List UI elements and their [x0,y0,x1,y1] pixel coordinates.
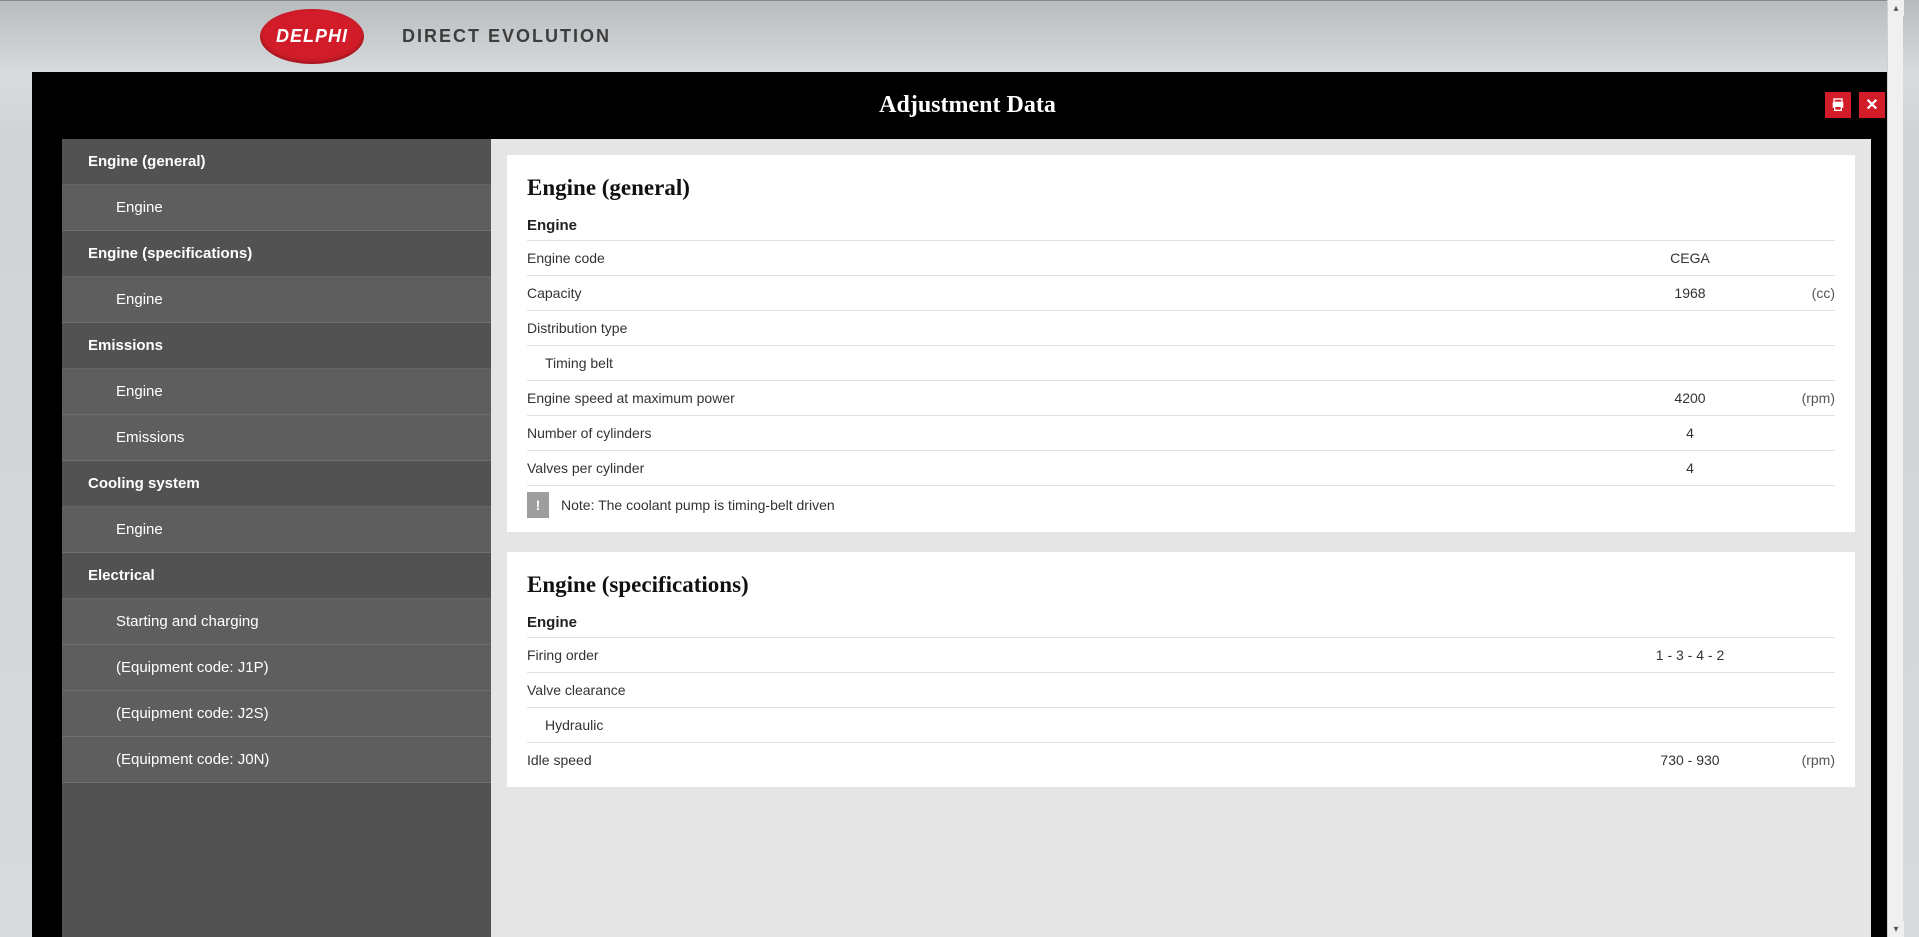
cell-c1: Engine code [527,250,1615,266]
page-title: Adjustment Data [879,92,1056,119]
app-header: DELPHI DIRECT EVOLUTION [0,0,1903,72]
sidebar: Engine (general)EngineEngine (specificat… [62,139,491,937]
scroll-down-button[interactable]: ▾ [1888,921,1904,937]
cell-c1: Valve clearance [527,682,1615,698]
data-card: Engine (specifications) Engine Firing orde… [507,552,1855,787]
cell-c1: Idle speed [527,752,1615,768]
cell-c3: (rpm) [1765,752,1835,768]
data-row: Valves per cylinder4 [527,450,1835,485]
cell-c1: Capacity [527,285,1615,301]
cell-c1: Number of cylinders [527,425,1615,441]
cell-c1: Timing belt [527,355,1615,371]
cell-c3: (rpm) [1765,390,1835,406]
cell-c2: 1 - 3 - 4 - 2 [1615,647,1765,663]
cell-c3: (cc) [1765,285,1835,301]
sidebar-section-header[interactable]: Emissions [62,323,491,369]
sidebar-section-header[interactable]: Electrical [62,553,491,599]
cell-c1: Valves per cylinder [527,460,1615,476]
close-icon: ✕ [1865,95,1878,115]
content-area: Engine (general)EngineEngine codeCEGACap… [491,139,1871,937]
card-section: Engine [527,217,1835,234]
sidebar-item[interactable]: (Equipment code: J2S) [62,691,491,737]
sidebar-section-header[interactable]: Engine (general) [62,139,491,185]
print-icon [1830,97,1846,113]
data-row: Valve clearance [527,672,1835,707]
brand-logo: DELPHI [260,9,364,64]
close-button[interactable]: ✕ [1859,92,1885,118]
sidebar-item[interactable]: (Equipment code: J0N) [62,737,491,783]
note-row: ! Note: The coolant pump is timing-belt d… [527,485,1835,522]
sidebar-item[interactable]: Engine [62,277,491,323]
data-row: Firing order1 - 3 - 4 - 2 [527,637,1835,672]
print-button[interactable] [1825,92,1851,118]
data-row: Hydraulic [527,707,1835,742]
sidebar-item[interactable]: (Equipment code: J1P) [62,645,491,691]
note-text: Note: The coolant pump is timing-belt dr… [561,497,835,513]
card-section: Engine [527,614,1835,631]
cell-c2: 4 [1615,460,1765,476]
data-row: Number of cylinders4 [527,415,1835,450]
sidebar-item[interactable]: Engine [62,507,491,553]
sidebar-item[interactable]: Emissions [62,415,491,461]
cell-c1: Hydraulic [527,717,1615,733]
main-panel: Adjustment Data ✕ Engine (general)Engine… [32,72,1903,937]
data-row: Capacity1968(cc) [527,275,1835,310]
cell-c1: Firing order [527,647,1615,663]
data-row: Distribution type [527,310,1835,345]
cell-c2: 1968 [1615,285,1765,301]
note-badge-icon: ! [527,492,549,518]
cell-c2: 4 [1615,425,1765,441]
sidebar-section-header[interactable]: Engine (specifications) [62,231,491,277]
sidebar-section-header[interactable]: Cooling system [62,461,491,507]
data-row: Idle speed730 - 930(rpm) [527,742,1835,777]
data-card: Engine (general)EngineEngine codeCEGACap… [507,155,1855,532]
cell-c2: CEGA [1615,250,1765,266]
data-row: Engine speed at maximum power4200(rpm) [527,380,1835,415]
sidebar-item[interactable]: Engine [62,369,491,415]
cell-c1: Distribution type [527,320,1615,336]
scroll-up-button[interactable]: ▴ [1888,0,1904,16]
cell-c1: Engine speed at maximum power [527,390,1615,406]
cell-c2: 730 - 930 [1615,752,1765,768]
data-row: Engine codeCEGA [527,240,1835,275]
cell-c2: 4200 [1615,390,1765,406]
sidebar-item[interactable]: Starting and charging [62,599,491,645]
sidebar-item[interactable]: Engine [62,185,491,231]
card-title: Engine (specifications) [527,572,1835,598]
vertical-scrollbar[interactable]: ▴ ▾ [1887,0,1903,937]
data-row: Timing belt [527,345,1835,380]
brand-tagline: DIRECT EVOLUTION [402,26,611,47]
card-title: Engine (general) [527,175,1835,201]
